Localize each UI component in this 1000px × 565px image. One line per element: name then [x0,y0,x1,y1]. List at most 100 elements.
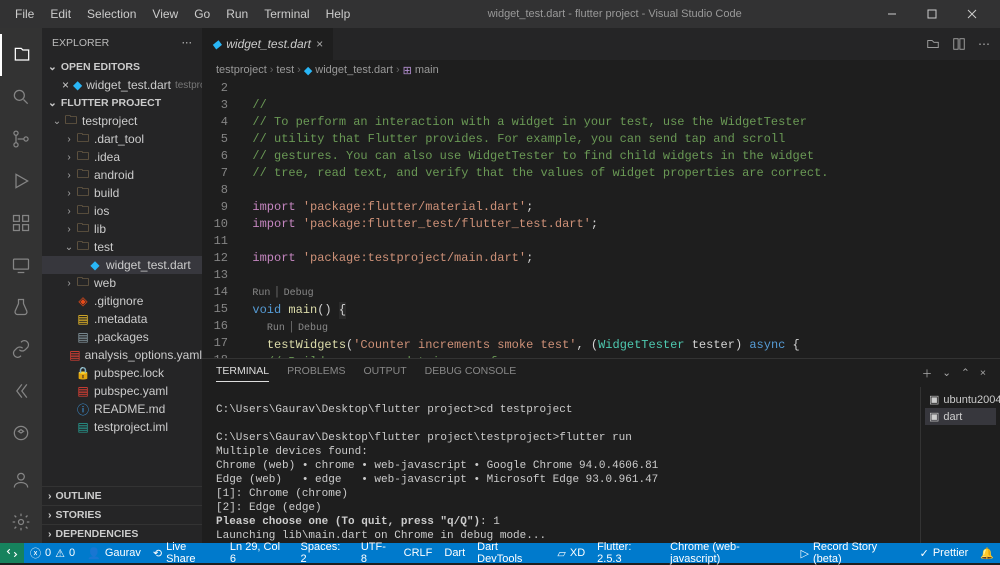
menu-terminal[interactable]: Terminal [257,4,316,24]
menu-bar: File Edit Selection View Go Run Terminal… [8,4,357,24]
menu-help[interactable]: Help [319,4,358,24]
menu-edit[interactable]: Edit [43,4,78,24]
file-pubspec-lock[interactable]: 🔒pubspec.lock [42,364,202,382]
status-bell[interactable]: 🔔 [974,543,1000,563]
file-widget-test[interactable]: ◆widget_test.dart [42,256,202,274]
file-readme[interactable]: ⓘREADME.md [42,400,202,418]
status-eol[interactable]: CRLF [398,543,439,563]
activity-stories-icon[interactable] [0,412,42,454]
panel-tab-output[interactable]: OUTPUT [363,365,406,381]
folder-open-icon: 🗀 [64,114,78,128]
new-terminal-icon[interactable]: ＋ [922,366,933,381]
close-icon[interactable]: × [316,37,323,51]
folder-build[interactable]: ›🗀build [42,184,202,202]
codelens-debug[interactable]: Debug [298,323,328,334]
liveshare-icon: ⟲ [153,547,162,560]
status-ln-col[interactable]: Ln 29, Col 6 [224,543,295,563]
folder-root[interactable]: ⌄🗀testproject [42,112,202,130]
status-lang[interactable]: Dart [438,543,471,563]
status-device[interactable]: Chrome (web-javascript) [664,543,794,563]
activity-link-icon[interactable] [0,328,42,370]
window-minimize-button[interactable] [872,0,912,28]
status-liveshare[interactable]: ⟲Live Share [147,543,224,563]
section-open-editors[interactable]: ⌄OPEN EDITORS [42,58,202,76]
file-analysis[interactable]: ▤analysis_options.yaml [42,346,202,364]
folder-ios[interactable]: ›🗀ios [42,202,202,220]
status-user[interactable]: 👤Gaurav [81,543,147,563]
maximize-panel-icon[interactable]: ⌃ [961,367,970,379]
close-icon[interactable]: × [62,78,69,92]
terminal-output[interactable]: C:\Users\Gaurav\Desktop\flutter project>… [202,387,920,543]
activity-remote-icon[interactable] [0,244,42,286]
folder-icon: 🗀 [76,204,90,218]
status-record[interactable]: ▷Record Story (beta) [795,543,914,563]
activity-dart-icon[interactable] [0,370,42,412]
terminal-item-ubuntu[interactable]: ▣ubuntu2004 [925,391,996,408]
dropdown-icon[interactable]: ⌄ [942,367,951,379]
status-errors[interactable]: ⓧ0⚠0 [24,543,81,563]
section-stories[interactable]: ›STORIES [42,505,202,524]
line-gutter: 23456 78910 1112 13 1415161718 [202,80,238,358]
more-icon[interactable]: ⋯ [978,37,990,51]
code-area[interactable]: // // To perform an interaction with a w… [238,80,1000,358]
yaml-file-icon: ▤ [69,348,80,362]
panel-tab-terminal[interactable]: TERMINAL [216,365,269,382]
file-pubspec-yaml[interactable]: ▤pubspec.yaml [42,382,202,400]
activity-extensions-icon[interactable] [0,202,42,244]
split-icon[interactable] [952,37,966,51]
window-close-button[interactable] [952,0,992,28]
menu-go[interactable]: Go [187,4,217,24]
status-prettier[interactable]: ✓Prettier [914,543,975,563]
folder-android[interactable]: ›🗀android [42,166,202,184]
crumb-test[interactable]: test [276,64,294,76]
section-outline[interactable]: ›OUTLINE [42,486,202,505]
menu-view[interactable]: View [145,4,185,24]
file-metadata[interactable]: ▤.metadata [42,310,202,328]
activity-settings-icon[interactable] [0,501,42,543]
status-flutter[interactable]: Flutter: 2.5.3 [591,543,664,563]
status-devtools[interactable]: Dart DevTools [471,543,551,563]
file-icon: ▤ [76,330,90,344]
menu-file[interactable]: File [8,4,41,24]
crumb-symbol[interactable]: main [415,64,439,76]
folder-lib[interactable]: ›🗀lib [42,220,202,238]
activity-scm-icon[interactable] [0,118,42,160]
compare-icon[interactable] [926,37,940,51]
folder-icon: 🗀 [76,186,90,200]
activity-search-icon[interactable] [0,76,42,118]
menu-run[interactable]: Run [219,4,255,24]
folder-web[interactable]: ›🗀web [42,274,202,292]
codelens-run[interactable]: Run [252,288,270,299]
folder-open-icon: 🗀 [76,240,90,254]
editor-body[interactable]: 23456 78910 1112 13 1415161718 // // To … [202,80,1000,358]
status-xd[interactable]: ▱XD [551,543,591,563]
file-gitignore[interactable]: ◈.gitignore [42,292,202,310]
folder-test[interactable]: ⌄🗀test [42,238,202,256]
activity-test-icon[interactable] [0,286,42,328]
crumb-project[interactable]: testproject [216,64,267,76]
folder-idea[interactable]: ›🗀.idea [42,148,202,166]
activity-debug-icon[interactable] [0,160,42,202]
menu-selection[interactable]: Selection [80,4,143,24]
panel-tab-debug-console[interactable]: DEBUG CONSOLE [425,365,517,381]
activity-account-icon[interactable] [0,459,42,501]
codelens-debug[interactable]: Debug [284,288,314,299]
codelens-run[interactable]: Run [267,323,285,334]
status-encoding[interactable]: UTF-8 [355,543,398,563]
sidebar-more-icon[interactable]: ⋯ [182,37,193,49]
status-remote[interactable] [0,543,24,563]
file-packages[interactable]: ▤.packages [42,328,202,346]
status-spaces[interactable]: Spaces: 2 [295,543,355,563]
dart-file-icon: ◆ [212,37,221,51]
activity-explorer-icon[interactable] [0,34,42,76]
open-editor-item[interactable]: × ◆ widget_test.dart testproject\test [42,76,202,94]
panel-tab-problems[interactable]: PROBLEMS [287,365,345,381]
window-maximize-button[interactable] [912,0,952,28]
close-panel-icon[interactable]: × [980,367,986,379]
file-iml[interactable]: ▤testproject.iml [42,418,202,436]
terminal-item-dart[interactable]: ▣dart [925,408,996,425]
tab-widget-test[interactable]: ◆ widget_test.dart × [202,28,334,60]
folder-dart-tool[interactable]: ›🗀.dart_tool [42,130,202,148]
section-project[interactable]: ⌄FLUTTER PROJECT [42,94,202,112]
crumb-file[interactable]: widget_test.dart [315,64,393,76]
